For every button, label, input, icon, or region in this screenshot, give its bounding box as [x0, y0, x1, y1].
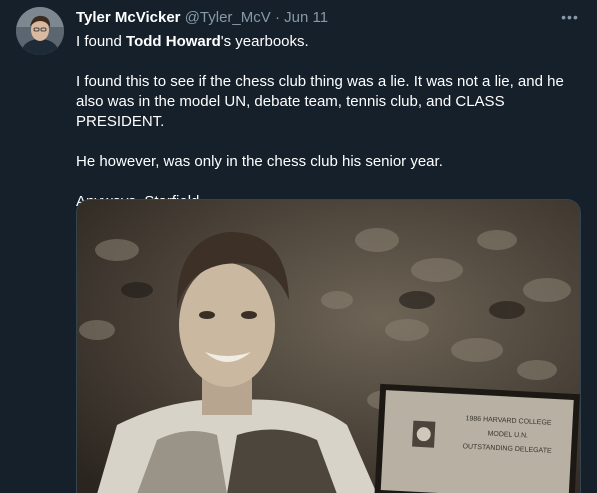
display-name[interactable]: Tyler McVicker	[76, 9, 181, 26]
tweet[interactable]: Tyler McVicker @Tyler_McV · Jun 11 ••• I…	[0, 0, 597, 493]
tweet-header: Tyler McVicker @Tyler_McV · Jun 11	[76, 8, 557, 28]
more-horizontal-icon: •••	[561, 9, 579, 25]
separator: ·	[274, 9, 280, 26]
yearbook-photo: 1986 HARVARD COLLEGE MODEL U.N. OUTSTAND…	[77, 200, 580, 493]
more-button[interactable]: •••	[559, 6, 581, 28]
tweet-line-1: I found Todd Howard's yearbooks.	[76, 33, 309, 50]
timestamp[interactable]: Jun 11	[284, 9, 328, 26]
mention-bold: Todd Howard	[126, 33, 221, 50]
user-avatar	[16, 7, 64, 55]
tweet-paragraph-2: I found this to see if the chess club th…	[76, 73, 564, 130]
tweet-text: I found Todd Howard's yearbooks. I found…	[76, 32, 586, 212]
handle[interactable]: @Tyler_McV	[185, 9, 271, 26]
avatar[interactable]	[16, 7, 64, 55]
tweet-photo[interactable]: 1986 HARVARD COLLEGE MODEL U.N. OUTSTAND…	[76, 199, 581, 493]
tweet-paragraph-3: He however, was only in the chess club h…	[76, 153, 443, 170]
